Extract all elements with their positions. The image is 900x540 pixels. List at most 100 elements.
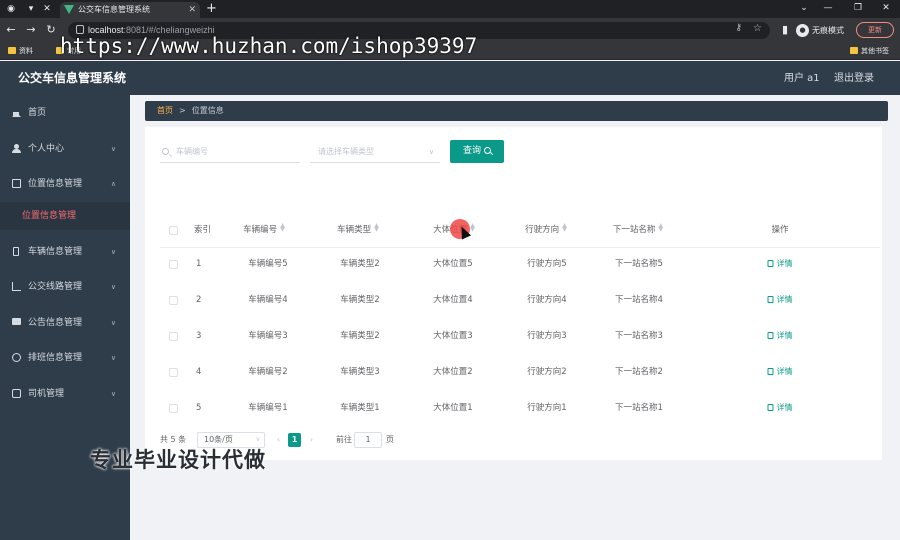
update-button[interactable]: 更新 xyxy=(856,22,894,38)
tab-list-icon[interactable]: ⌄ xyxy=(794,0,814,16)
detail-button[interactable]: 详情 xyxy=(767,390,793,426)
close-window-button[interactable]: ✕ xyxy=(876,0,896,16)
row-checkbox[interactable] xyxy=(169,332,178,341)
next-page-button[interactable]: › xyxy=(305,433,318,447)
app-title: 公交车信息管理系统 xyxy=(18,71,127,85)
cell-direction: 行驶方向1 xyxy=(527,403,567,413)
reload-button[interactable]: ↻ xyxy=(44,22,58,38)
vehicle-type-select[interactable]: 请选择车辆类型 ∨ xyxy=(310,141,440,163)
detail-button[interactable]: 详情 xyxy=(767,354,793,390)
cell-type: 车辆类型3 xyxy=(340,367,380,377)
phone-icon xyxy=(13,247,19,256)
bookmark-star-icon[interactable]: ☆ xyxy=(753,23,762,34)
detail-button[interactable]: 详情 xyxy=(767,282,793,318)
bookmark-folder[interactable]: 资料 xyxy=(8,45,33,57)
browser-tab[interactable]: 公交车信息管理系统 ✕ xyxy=(60,2,200,18)
new-tab-button[interactable]: + xyxy=(206,0,217,17)
row-checkbox[interactable] xyxy=(169,296,178,305)
sidebar-item-label: 位置信息管理 xyxy=(22,211,77,221)
header-label: 车辆编号 xyxy=(243,225,278,235)
sidebar-item-label: 首页 xyxy=(28,108,47,118)
table-row: 3 车辆编号3 车辆类型2 大体位置3 行驶方向3 下一站名称3 详情 xyxy=(160,318,880,354)
document-icon xyxy=(767,368,774,375)
sort-icon[interactable]: ▲ ▼ xyxy=(562,223,567,233)
browser-tab-bar: ◉ ▾ ✕ 公交车信息管理系统 ✕ + ⌄ — ❐ ✕ xyxy=(0,0,900,18)
header-label: 行驶方向 xyxy=(525,225,560,235)
sidebar-item-driver[interactable]: 司机管理 ∨ xyxy=(0,380,130,408)
forward-button[interactable]: → xyxy=(24,22,38,38)
sort-icon[interactable]: ▲ ▼ xyxy=(280,223,285,233)
back-button[interactable]: ← xyxy=(4,22,18,38)
cell-vehicle-no: 车辆编号2 xyxy=(248,367,288,377)
maximize-button[interactable]: ❐ xyxy=(848,0,868,16)
app-header: 公交车信息管理系统 用户 a1 退出登录 xyxy=(0,61,900,95)
sidebar-item-label: 司机管理 xyxy=(28,389,65,399)
key-icon[interactable]: ⚷ xyxy=(735,23,742,33)
detail-label: 详情 xyxy=(776,403,793,412)
cell-index: 5 xyxy=(196,403,202,413)
detail-button[interactable]: 详情 xyxy=(767,318,793,354)
sort-icon[interactable]: ▲ ▼ xyxy=(658,223,663,233)
table-row: 1 车辆编号5 车辆类型2 大体位置5 行驶方向5 下一站名称5 详情 xyxy=(160,246,880,282)
document-icon xyxy=(767,404,774,411)
profile-label: 无痕模式 xyxy=(812,25,844,35)
header-type[interactable]: 车辆类型 ▲ ▼ xyxy=(337,212,379,248)
incognito-profile[interactable]: ● 无痕模式 xyxy=(796,22,844,38)
sidebar-subitem-location[interactable]: 位置信息管理 xyxy=(0,202,130,230)
cell-location: 大体位置4 xyxy=(433,295,473,305)
cell-direction: 行驶方向4 xyxy=(527,295,567,305)
cell-index: 4 xyxy=(196,367,202,377)
sidebar-item-home[interactable]: 首页 xyxy=(0,99,130,127)
cell-direction: 行驶方向5 xyxy=(527,259,567,269)
breadcrumb-home[interactable]: 首页 xyxy=(157,106,173,115)
minimize-button[interactable]: — xyxy=(818,0,838,16)
search-icon xyxy=(162,148,169,155)
cell-next-stop: 下一站名称5 xyxy=(615,259,663,269)
sort-icon[interactable]: ▲ ▼ xyxy=(374,223,379,233)
breadcrumb-current: 位置信息 xyxy=(191,106,224,115)
sidepanel-icon[interactable]: ▮ xyxy=(778,22,792,38)
vehicle-no-search-input[interactable]: 车辆编号 xyxy=(160,141,300,163)
prev-page-button[interactable]: ‹ xyxy=(272,433,285,447)
row-checkbox[interactable] xyxy=(169,404,178,413)
query-button-label: 查询 xyxy=(462,146,481,156)
sidebar-item-vehicle[interactable]: 车辆信息管理 ∨ xyxy=(0,238,130,266)
header-next-stop[interactable]: 下一站名称 ▲ ▼ xyxy=(613,212,663,248)
detail-label: 详情 xyxy=(776,295,793,304)
other-bookmarks[interactable]: 其他书签 xyxy=(850,45,889,57)
document-icon xyxy=(767,260,774,267)
select-all-checkbox[interactable] xyxy=(169,226,178,235)
row-checkbox[interactable] xyxy=(169,368,178,377)
cell-vehicle-no: 车辆编号1 xyxy=(248,403,288,413)
tab-search-icon[interactable]: ▾ xyxy=(24,2,38,16)
cell-direction: 行驶方向2 xyxy=(527,367,567,377)
goto-page-input[interactable]: 1 xyxy=(354,432,382,448)
document-icon xyxy=(767,296,774,303)
vehicle-type-placeholder: 请选择车辆类型 xyxy=(318,147,374,156)
sidebar-item-notice[interactable]: 公告信息管理 ∨ xyxy=(0,309,130,337)
document-icon xyxy=(767,332,774,339)
tab-close-icon[interactable]: ✕ xyxy=(188,2,196,18)
sidebar-item-label: 排班信息管理 xyxy=(28,353,83,363)
detail-button[interactable]: 详情 xyxy=(767,246,793,282)
browser-menu-icon[interactable]: ◉ xyxy=(4,2,18,16)
cell-index: 1 xyxy=(196,259,202,269)
sidebar-item-location[interactable]: 位置信息管理 ∧ xyxy=(0,170,130,198)
sidebar-item-route[interactable]: 公交线路管理 ∨ xyxy=(0,273,130,301)
logout-link[interactable]: 退出登录 xyxy=(834,61,874,97)
cell-next-stop: 下一站名称1 xyxy=(615,403,663,413)
header-vehicle-no[interactable]: 车辆编号 ▲ ▼ xyxy=(243,212,285,248)
site-info-icon[interactable] xyxy=(76,25,84,34)
cell-next-stop: 下一站名称4 xyxy=(615,295,663,305)
query-button[interactable]: 查询 xyxy=(450,140,504,163)
cell-type: 车辆类型2 xyxy=(340,295,380,305)
header-direction[interactable]: 行驶方向 ▲ ▼ xyxy=(525,212,567,248)
chat-icon xyxy=(12,318,21,325)
tab-close-all-icon[interactable]: ✕ xyxy=(40,2,54,16)
current-page[interactable]: 1 xyxy=(288,433,301,447)
sidebar-item-profile[interactable]: 个人中心 ∨ xyxy=(0,135,130,163)
header-label: 下一站名称 xyxy=(612,225,656,235)
sidebar-item-schedule[interactable]: 排班信息管理 ∨ xyxy=(0,344,130,372)
row-checkbox[interactable] xyxy=(169,260,178,269)
sort-icon[interactable]: ▲ ▼ xyxy=(470,223,475,233)
